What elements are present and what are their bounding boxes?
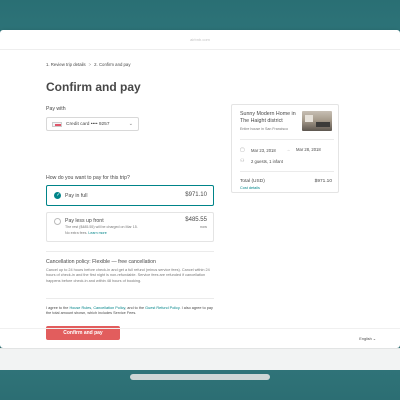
cancellation-policy-text: Cancel up to 24 hours before check-in an… bbox=[46, 268, 210, 283]
summary-divider bbox=[240, 171, 334, 172]
section-divider bbox=[46, 251, 214, 252]
device-bezel bbox=[0, 348, 400, 370]
check-out-date: Mar 28, 2018 bbox=[296, 147, 321, 152]
breadcrumb-step-confirm: 2. Confirm and pay bbox=[94, 62, 131, 67]
browser-window: airbnb.com 1. Review trip details > 2. C… bbox=[0, 30, 400, 348]
payment-options-label: How do you want to pay for this trip? bbox=[46, 175, 130, 181]
listing-photo[interactable] bbox=[302, 111, 332, 131]
agreement-separator: , and to the bbox=[125, 306, 146, 310]
guests-row: ⚇ 2 guests, 1 infant bbox=[240, 158, 283, 164]
pay-in-full-title: Pay in full bbox=[65, 193, 88, 199]
pay-less-price: $485.55 bbox=[185, 217, 207, 223]
guests-icon: ⚇ bbox=[240, 158, 245, 164]
breadcrumb-separator: > bbox=[88, 62, 92, 67]
visa-icon bbox=[52, 121, 62, 127]
total-label: Total (USD) bbox=[240, 179, 265, 184]
radio-unselected-icon[interactable] bbox=[54, 218, 61, 225]
summary-divider bbox=[240, 139, 334, 140]
breadcrumb: 1. Review trip details > 2. Confirm and … bbox=[46, 62, 130, 67]
cancellation-policy-link[interactable]: Cancellation Policy bbox=[93, 306, 125, 310]
radio-selected-icon[interactable] bbox=[54, 192, 61, 199]
language-selector[interactable]: English ⌄ bbox=[359, 336, 376, 341]
pay-less-now-note: now bbox=[200, 225, 207, 229]
card-text: Credit card •••• 9257 bbox=[66, 121, 110, 127]
pay-with-label: Pay with bbox=[46, 106, 66, 112]
device-stand bbox=[130, 374, 270, 380]
total-value: $971.10 bbox=[314, 179, 332, 184]
learn-more-link[interactable]: Learn more bbox=[88, 231, 106, 235]
breadcrumb-step-review[interactable]: 1. Review trip details bbox=[46, 62, 86, 67]
listing-title[interactable]: Sunny Modern Home in The Haight district bbox=[240, 111, 300, 124]
guest-refund-policy-link[interactable]: Guest Refund Policy bbox=[145, 306, 179, 310]
guest-count: 2 guests, 1 infant bbox=[251, 158, 283, 164]
chevron-down-icon: ⌄ bbox=[128, 121, 133, 127]
cancellation-policy-title: Cancellation policy: Flexible — free can… bbox=[46, 259, 156, 265]
section-divider bbox=[46, 298, 214, 299]
url-text: airbnb.com bbox=[190, 37, 210, 42]
trip-summary-card: Sunny Modern Home in The Haight district… bbox=[231, 104, 339, 193]
cost-details-link[interactable]: Cost details bbox=[240, 186, 260, 190]
agreement-prefix: I agree to the bbox=[46, 306, 70, 310]
pay-less-title: Pay less up front bbox=[65, 218, 104, 224]
pay-less-description: The rest ($485.55) will be charged on Ma… bbox=[65, 225, 138, 236]
check-in-date: Mar 23, 2018 bbox=[251, 147, 276, 153]
pay-in-full-option[interactable]: Pay in full $971.10 bbox=[46, 185, 214, 206]
dates-row: ▢ Mar 23, 2018 bbox=[240, 147, 276, 153]
calendar-icon: ▢ bbox=[240, 147, 245, 153]
language-label: English bbox=[359, 337, 372, 341]
payment-method-select[interactable]: Credit card •••• 9257 ⌄ bbox=[46, 117, 139, 131]
arrow-right-icon: → bbox=[286, 147, 291, 152]
page-title: Confirm and pay bbox=[46, 80, 141, 94]
pay-less-desc-line2: No extra fees. Learn more bbox=[65, 231, 138, 237]
no-extra-fees-text: No extra fees. bbox=[65, 230, 88, 235]
agreement-text: I agree to the House Rules, Cancellation… bbox=[46, 306, 214, 317]
listing-subtitle: Entire house in San Francisco bbox=[240, 127, 288, 131]
pay-less-upfront-option[interactable]: Pay less up front $485.55 now The rest (… bbox=[46, 212, 214, 242]
pay-in-full-price: $971.10 bbox=[185, 192, 207, 198]
house-rules-link[interactable]: House Rules bbox=[69, 306, 91, 310]
footer-divider bbox=[0, 328, 400, 329]
url-bar[interactable]: airbnb.com bbox=[0, 30, 400, 50]
